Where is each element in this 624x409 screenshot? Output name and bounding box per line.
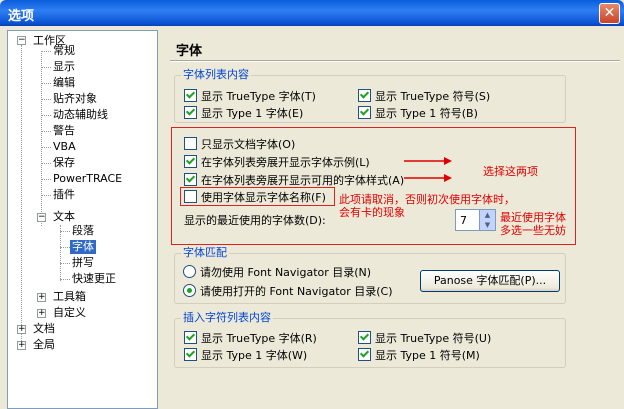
- tree-item-customize[interactable]: 自定义: [53, 306, 86, 320]
- insert-list-legend: 插入字符列表内容: [181, 311, 273, 324]
- show-type1-fonts-checkbox[interactable]: 显示 Type 1 字体(E): [184, 106, 303, 120]
- radio-unselected-icon: [183, 265, 196, 278]
- expand-icon[interactable]: +: [17, 341, 26, 350]
- tree-item-dynamic-guides[interactable]: 动态辅助线: [53, 108, 108, 122]
- annotation-cancel-note-2: 会有卡的现象: [339, 206, 405, 219]
- tree-item-font[interactable]: 字体: [70, 240, 96, 254]
- checkbox-checked-icon: [184, 106, 197, 119]
- expand-icon[interactable]: +: [17, 325, 26, 334]
- recent-fonts-value[interactable]: 7: [460, 214, 467, 227]
- panose-match-button[interactable]: Panose 字体匹配(P)...: [420, 270, 560, 292]
- spinner-arrows-icon[interactable]: ▲ ▼: [479, 210, 495, 230]
- tree-item-spelling[interactable]: 拼写: [72, 256, 94, 270]
- checkbox-checked-icon: [184, 89, 197, 102]
- tree-item-powertrace[interactable]: PowerTRACE: [53, 172, 122, 186]
- checkbox-checked-icon: [358, 106, 371, 119]
- tree-item-quick-correct[interactable]: 快速更正: [72, 272, 116, 286]
- checkbox-checked-icon: [184, 331, 197, 344]
- insert-type1-fonts-checkbox[interactable]: 显示 Type 1 字体(W): [184, 348, 307, 362]
- annotation-recent-note-2: 多选一些无妨: [500, 224, 566, 237]
- tree-item-general[interactable]: 常规: [53, 44, 75, 58]
- checkbox-checked-icon: [184, 173, 197, 186]
- annotation-choose-two: 选择这两项: [483, 165, 538, 178]
- page-title: 字体: [176, 44, 203, 59]
- font-list-legend: 字体列表内容: [181, 68, 251, 81]
- insert-truetype-symbols-checkbox[interactable]: 显示 TrueType 符号(U): [358, 331, 491, 345]
- tree-item-text[interactable]: 文本: [53, 210, 75, 224]
- checkbox-checked-icon: [184, 348, 197, 361]
- divider: [170, 60, 620, 62]
- title-bar: 选项 ✕: [0, 0, 624, 26]
- expand-icon[interactable]: +: [37, 309, 46, 318]
- show-truetype-fonts-checkbox[interactable]: 显示 TrueType 字体(T): [184, 89, 316, 103]
- tree-item-plugins[interactable]: 插件: [53, 188, 75, 202]
- insert-truetype-fonts-checkbox[interactable]: 显示 TrueType 字体(R): [184, 331, 317, 345]
- show-type1-symbols-checkbox[interactable]: 显示 Type 1 符号(B): [358, 106, 478, 120]
- tree-item-global[interactable]: 全局: [33, 338, 55, 352]
- font-match-legend: 字体匹配: [181, 246, 229, 259]
- close-button[interactable]: ✕: [599, 3, 620, 24]
- annotation-recent-note-1: 最近使用字体: [500, 211, 566, 224]
- tree-item-display[interactable]: 显示: [53, 60, 75, 74]
- checkbox-checked-icon: [184, 155, 197, 168]
- show-font-styles-checkbox[interactable]: 在字体列表旁展开显示可用的字体样式(A): [184, 173, 404, 187]
- checkbox-checked-icon: [358, 348, 371, 361]
- checkbox-unchecked-icon: [184, 137, 197, 150]
- collapse-icon[interactable]: −: [17, 36, 26, 45]
- checkbox-checked-icon: [358, 331, 371, 344]
- tree-item-edit[interactable]: 编辑: [53, 76, 75, 90]
- expand-icon[interactable]: +: [37, 293, 46, 302]
- show-font-sample-checkbox[interactable]: 在字体列表旁展开显示字体示例(L): [184, 155, 370, 169]
- tree-item-paragraph[interactable]: 段落: [72, 224, 94, 238]
- window-title: 选项: [8, 9, 35, 24]
- options-tree[interactable]: − 工作区 常规 显示 编辑 贴齐对象 动态辅助线 警告 VBA 保存 Powe…: [7, 30, 158, 409]
- show-truetype-symbols-checkbox[interactable]: 显示 TrueType 符号(S): [358, 89, 490, 103]
- use-font-navigator-radio[interactable]: 请使用打开的 Font Navigator 目录(C): [183, 284, 393, 298]
- checkbox-checked-icon: [358, 89, 371, 102]
- insert-type1-symbols-checkbox[interactable]: 显示 Type 1 符号(M): [358, 348, 480, 362]
- tree-item-toolbox[interactable]: 工具箱: [53, 290, 86, 304]
- tree-item-snap[interactable]: 贴齐对象: [53, 92, 97, 106]
- annotation-cancel-note-1: 此项请取消，否则初次使用字体时，: [339, 193, 515, 206]
- use-font-name-checkbox[interactable]: 使用字体显示字体名称(F): [184, 190, 326, 204]
- recent-fonts-label: 显示的最近使用的字体数(D):: [184, 214, 326, 227]
- annotation-arrows-icon: [404, 157, 452, 182]
- radio-selected-icon: [183, 284, 196, 297]
- tree-item-document[interactable]: 文档: [33, 322, 55, 336]
- collapse-icon[interactable]: −: [37, 213, 46, 222]
- tree-item-warnings[interactable]: 警告: [53, 124, 75, 138]
- tree-item-vba[interactable]: VBA: [53, 140, 76, 154]
- tree-item-save[interactable]: 保存: [53, 156, 75, 170]
- recent-fonts-spinner[interactable]: 7 ▲ ▼: [455, 209, 496, 231]
- checkbox-unchecked-icon: [184, 190, 197, 203]
- no-font-navigator-radio[interactable]: 请勿使用 Font Navigator 目录(N): [183, 265, 371, 279]
- only-document-fonts-checkbox[interactable]: 只显示文档字体(O): [184, 137, 295, 151]
